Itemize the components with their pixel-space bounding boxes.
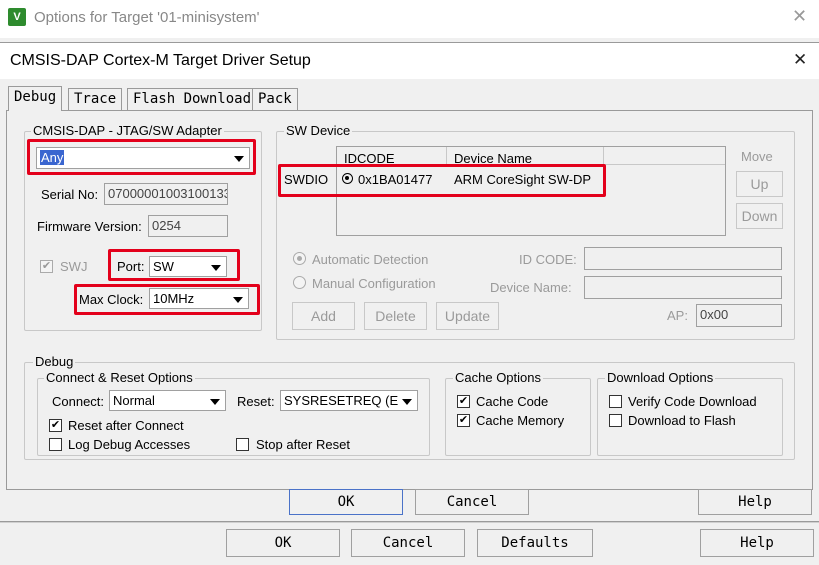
ap-label: AP: [667, 308, 688, 323]
stop-after-reset-checkbox[interactable] [236, 438, 249, 451]
dialog-cancel-button[interactable]: Cancel [415, 489, 529, 515]
move-up-button[interactable]: Up [736, 171, 783, 197]
column-divider [446, 147, 447, 165]
highlight-max-clock [74, 284, 260, 315]
download-to-flash-label: Download to Flash [628, 413, 736, 428]
driver-setup-dialog: CMSIS-DAP Cortex-M Target Driver Setup ✕… [0, 42, 819, 522]
verify-download-label: Verify Code Download [628, 394, 757, 409]
log-debug-checkbox[interactable] [49, 438, 62, 451]
connect-select[interactable]: Normal [109, 390, 226, 411]
swj-label: SWJ [60, 259, 88, 274]
dialog-titlebar: CMSIS-DAP Cortex-M Target Driver Setup ✕ [0, 43, 819, 79]
adapter-group-label: CMSIS-DAP - JTAG/SW Adapter [31, 123, 224, 138]
highlight-port [108, 249, 240, 281]
connect-reset-group-label: Connect & Reset Options [44, 370, 195, 385]
chevron-down-icon [210, 399, 220, 405]
tab-trace[interactable]: Trace [68, 88, 123, 110]
serial-label: Serial No: [41, 187, 99, 202]
move-label: Move [741, 149, 773, 164]
tab-debug[interactable]: Debug [8, 86, 63, 111]
delete-button[interactable]: Delete [364, 302, 427, 330]
device-name-label: Device Name: [490, 280, 572, 295]
cache-code-checkbox[interactable]: ✔ [457, 395, 470, 408]
ap-field[interactable]: 0x00 [696, 304, 782, 327]
column-divider [603, 147, 604, 165]
reset-after-connect-checkbox[interactable]: ✔ [49, 419, 62, 432]
move-down-button[interactable]: Down [736, 203, 783, 229]
outer-cancel-button[interactable]: Cancel [351, 529, 465, 557]
stop-after-reset-label: Stop after Reset [256, 437, 350, 452]
cache-code-label: Cache Code [476, 394, 549, 409]
manual-config-radio[interactable] [293, 276, 306, 289]
connect-label: Connect: [52, 394, 105, 409]
connect-select-value: Normal [113, 393, 155, 408]
table-header: IDCODE Device Name [337, 147, 725, 166]
dialog-ok-button[interactable]: OK [289, 489, 403, 515]
debug-group-label: Debug [33, 354, 76, 369]
tab-flash-download[interactable]: Flash Download [127, 88, 258, 110]
reset-label: Reset: [237, 394, 275, 409]
dialog-help-button[interactable]: Help [698, 489, 812, 515]
serial-field[interactable]: 07000001003100133 [104, 183, 228, 205]
download-group-label: Download Options [605, 370, 716, 385]
reset-after-connect-label: Reset after Connect [68, 418, 184, 433]
update-button[interactable]: Update [436, 302, 499, 330]
id-code-label: ID CODE: [519, 252, 577, 267]
firmware-label: Firmware Version: [37, 219, 142, 234]
outer-close-icon[interactable]: ✕ [792, 6, 807, 27]
outer-defaults-button[interactable]: Defaults [477, 529, 593, 557]
manual-config-label: Manual Configuration [312, 276, 436, 291]
highlight-sw-device-row [278, 164, 606, 197]
add-button[interactable]: Add [292, 302, 355, 330]
outer-help-button[interactable]: Help [700, 529, 814, 557]
device-name-field[interactable] [584, 276, 782, 299]
dialog-close-icon[interactable]: ✕ [793, 50, 807, 70]
cache-memory-label: Cache Memory [476, 413, 565, 428]
verify-download-checkbox[interactable] [609, 395, 622, 408]
reset-select-value: SYSRESETREQ (E [284, 393, 399, 408]
outer-ok-button[interactable]: OK [226, 529, 340, 557]
swj-checkbox[interactable]: ✔ [40, 260, 53, 273]
highlight-adapter [27, 139, 256, 175]
outer-titlebar: V Options for Target '01-minisystem' ✕ [0, 0, 819, 38]
reset-select[interactable]: SYSRESETREQ (E [280, 390, 418, 411]
auto-detect-radio[interactable] [293, 252, 306, 265]
sw-device-group-label: SW Device [284, 123, 353, 138]
app-icon: V [8, 8, 26, 26]
dialog-title: CMSIS-DAP Cortex-M Target Driver Setup [10, 52, 311, 69]
cache-memory-checkbox[interactable]: ✔ [457, 414, 470, 427]
download-to-flash-checkbox[interactable] [609, 414, 622, 427]
id-code-field[interactable] [584, 247, 782, 270]
tab-pack[interactable]: Pack [252, 88, 298, 110]
chevron-down-icon [402, 399, 412, 405]
auto-detect-label: Automatic Detection [312, 252, 429, 267]
log-debug-label: Log Debug Accesses [68, 437, 191, 452]
cache-group-label: Cache Options [453, 370, 543, 385]
firmware-field[interactable]: 0254 [148, 215, 228, 237]
outer-window-title: Options for Target '01-minisystem' [34, 9, 260, 26]
